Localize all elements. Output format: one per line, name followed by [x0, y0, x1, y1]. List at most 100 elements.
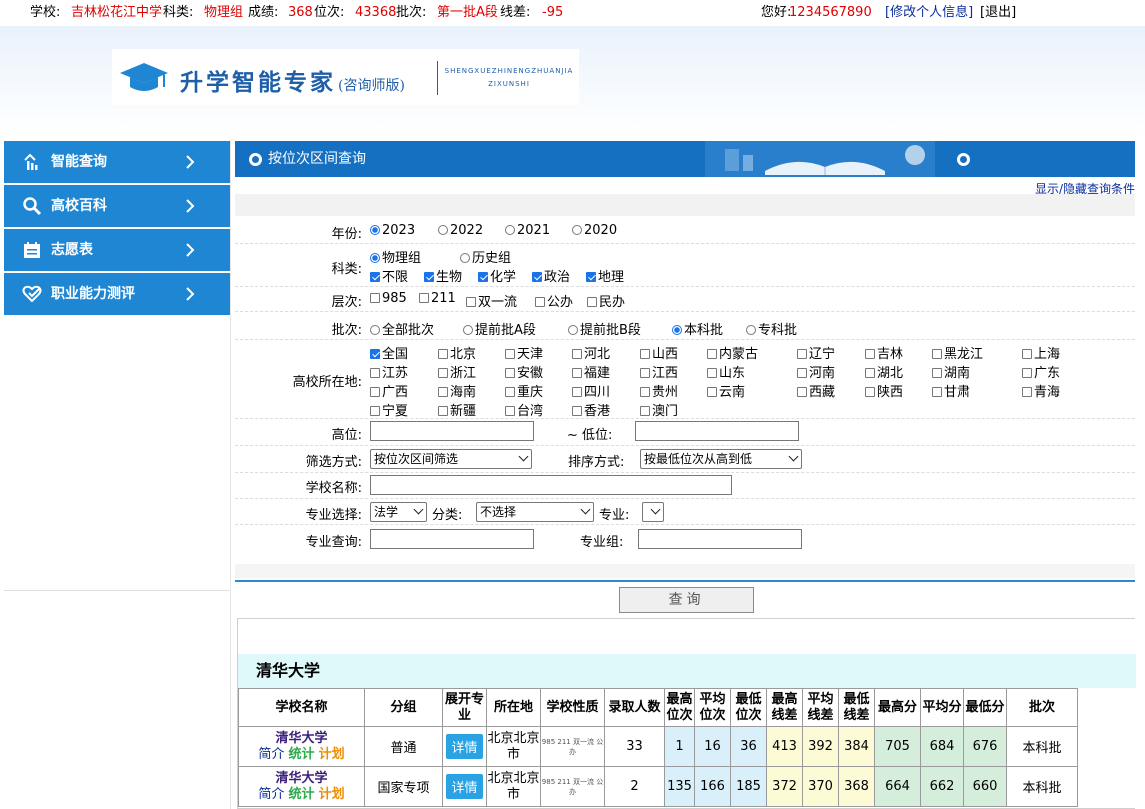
batch-radio-early-a[interactable]: 提前批A段 — [463, 319, 536, 338]
category-radio-history[interactable]: 历史组 — [460, 247, 511, 266]
subject-check-politics[interactable]: 政治 — [532, 266, 570, 285]
location-check[interactable]: 陕西 — [865, 381, 903, 400]
location-check[interactable]: 浙江 — [438, 362, 476, 381]
logout-link[interactable]: [退出] — [980, 0, 1016, 26]
plan-link[interactable]: 计划 — [319, 747, 345, 762]
col-header: 平均线差 — [802, 688, 839, 727]
logo-en-line1: SHENGXUEZHINENGZHUANJIA — [444, 67, 574, 75]
score-label: 成绩: — [248, 5, 279, 20]
location-check[interactable]: 福建 — [572, 362, 610, 381]
sidebar-item-smart-query[interactable]: 智能查询 — [4, 141, 230, 183]
location-check[interactable]: 湖北 — [865, 362, 903, 381]
edit-info-link[interactable]: [修改个人信息] — [885, 0, 973, 26]
location-check[interactable]: 内蒙古 — [707, 343, 758, 362]
location-check[interactable]: 澳门 — [640, 400, 678, 419]
batch-radio-junior-college[interactable]: 专科批 — [746, 319, 797, 338]
location-check[interactable]: 贵州 — [640, 381, 678, 400]
sidebar-item-application-form[interactable]: 志愿表 — [4, 229, 230, 271]
filter-select[interactable]: 按位次区间筛选 — [370, 449, 532, 469]
location-check[interactable]: 江西 — [640, 362, 678, 381]
location-check[interactable]: 安徽 — [505, 362, 543, 381]
location-check[interactable]: 新疆 — [438, 400, 476, 419]
location-check[interactable]: 台湾 — [505, 400, 543, 419]
location-check[interactable]: 北京 — [438, 343, 476, 362]
logo-divider — [437, 61, 438, 95]
location-check[interactable]: 天津 — [505, 343, 543, 362]
batch-radio-undergrad[interactable]: 本科批 — [672, 319, 723, 338]
col-header: 最高位次 — [664, 688, 695, 727]
location-check[interactable]: 重庆 — [505, 381, 543, 400]
batch-radio-early-b[interactable]: 提前批B段 — [568, 319, 641, 338]
query-button[interactable]: 查询 — [619, 587, 754, 613]
year-radio-2021[interactable]: 2021 — [505, 223, 550, 238]
category-radio-physics[interactable]: 物理组 — [370, 247, 421, 266]
stats-link[interactable]: 统计 — [288, 747, 314, 762]
intro-link[interactable]: 简介 — [258, 747, 284, 762]
checkbox-icon — [438, 406, 448, 416]
intro-link[interactable]: 简介 — [258, 787, 284, 802]
gap-label: 线差: — [500, 5, 531, 20]
location-check[interactable]: 西藏 — [797, 381, 835, 400]
subject-check-biology[interactable]: 生物 — [424, 266, 462, 285]
location-check[interactable]: 甘肃 — [932, 381, 970, 400]
location-check[interactable]: 广西 — [370, 381, 408, 400]
subject-check-geography[interactable]: 地理 — [586, 266, 624, 285]
checkbox-icon — [865, 368, 875, 378]
year-radio-2020[interactable]: 2020 — [572, 223, 617, 238]
location-check[interactable]: 香港 — [572, 400, 610, 419]
detail-button[interactable]: 详情 — [446, 774, 483, 799]
stats-link[interactable]: 统计 — [288, 787, 314, 802]
location-check[interactable]: 四川 — [572, 381, 610, 400]
location-label: 澳门 — [652, 404, 679, 419]
low-rank-input[interactable] — [635, 421, 799, 441]
level-check-public[interactable]: 公办 — [535, 291, 573, 310]
major-select[interactable] — [642, 502, 664, 522]
year-radio-2023[interactable]: 2023 — [370, 223, 415, 238]
plan-link[interactable]: 计划 — [319, 787, 345, 802]
location-check[interactable]: 湖南 — [932, 362, 970, 381]
location-check[interactable]: 全国 — [370, 343, 408, 362]
level-check-985[interactable]: 985 — [370, 291, 407, 306]
year-radio-2022[interactable]: 2022 — [438, 223, 483, 238]
school-name-input[interactable] — [370, 475, 732, 495]
major-select-label: 专业选择: — [305, 508, 362, 523]
sidebar-item-career-test[interactable]: 职业能力测评 — [4, 273, 230, 315]
location-check[interactable]: 云南 — [707, 381, 745, 400]
batch-radio-all[interactable]: 全部批次 — [370, 319, 434, 338]
school-name-link[interactable]: 清华大学 — [239, 731, 364, 747]
location-check[interactable]: 山西 — [640, 343, 678, 362]
sort-select[interactable]: 按最低位次从高到低 — [640, 449, 802, 469]
major-query-input[interactable] — [370, 529, 534, 549]
detail-button[interactable]: 详情 — [446, 734, 483, 759]
location-check[interactable]: 山东 — [707, 362, 745, 381]
level-check-double-first-class[interactable]: 双一流 — [466, 291, 517, 310]
location-check[interactable]: 河北 — [572, 343, 610, 362]
panel-header: 按位次区间查询 — [235, 141, 1135, 177]
major-label: 专业: — [599, 508, 630, 523]
checkbox-icon — [535, 297, 545, 307]
location-check[interactable]: 黑龙江 — [932, 343, 983, 362]
location-check[interactable]: 广东 — [1022, 362, 1060, 381]
form-icon — [24, 242, 40, 258]
school-name-link[interactable]: 清华大学 — [239, 771, 364, 787]
location-check[interactable]: 上海 — [1022, 343, 1060, 362]
checkbox-icon — [572, 387, 582, 397]
major-group-input[interactable] — [638, 529, 802, 549]
location-check[interactable]: 青海 — [1022, 381, 1060, 400]
class-select[interactable]: 不选择 — [476, 502, 594, 522]
location-label: 安徽 — [517, 366, 544, 381]
major-category-select[interactable]: 法学 — [370, 502, 427, 522]
location-check[interactable]: 宁夏 — [370, 400, 408, 419]
location-check[interactable]: 江苏 — [370, 362, 408, 381]
level-check-211[interactable]: 211 — [419, 291, 456, 306]
level-check-private[interactable]: 民办 — [587, 291, 625, 310]
location-check[interactable]: 吉林 — [865, 343, 903, 362]
subject-check-chemistry[interactable]: 化学 — [478, 266, 516, 285]
high-rank-input[interactable] — [370, 421, 534, 441]
location-check[interactable]: 河南 — [797, 362, 835, 381]
location-check[interactable]: 海南 — [438, 381, 476, 400]
subject-check-any[interactable]: 不限 — [370, 266, 408, 285]
location-check[interactable]: 辽宁 — [797, 343, 835, 362]
sidebar-item-college-wiki[interactable]: 高校百科 — [4, 185, 230, 227]
checkbox-icon — [370, 272, 380, 282]
